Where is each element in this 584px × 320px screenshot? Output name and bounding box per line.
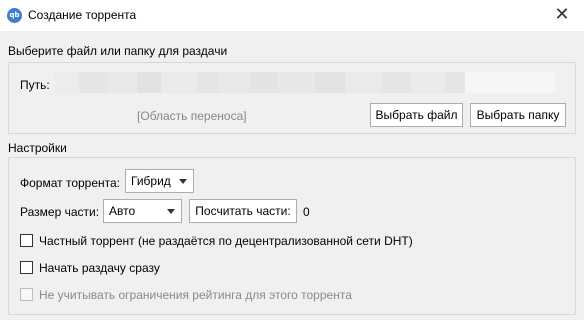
- piece-size-value: Авто: [109, 204, 136, 218]
- select-file-button[interactable]: Выбрать файл: [370, 103, 463, 127]
- window-title: Создание торрента: [28, 8, 137, 22]
- close-icon[interactable]: ✕: [550, 2, 574, 28]
- pieces-count: 0: [303, 205, 310, 219]
- path-label: Путь:: [20, 78, 50, 92]
- select-folder-button[interactable]: Выбрать папку: [470, 103, 566, 127]
- start-seeding-label: Начать раздачу сразу: [39, 261, 160, 275]
- source-section-label: Выберите файл или папку для раздачи: [8, 44, 228, 58]
- private-torrent-label: Частный торрент (не раздаётся по децентр…: [39, 234, 413, 248]
- calculate-pieces-button[interactable]: Посчитать части:: [189, 199, 297, 223]
- piece-size-label: Размер части:: [20, 205, 100, 219]
- qbittorrent-logo-icon: qb: [7, 8, 22, 23]
- title-bar: qb Создание торрента ✕: [0, 0, 584, 31]
- private-torrent-checkbox[interactable]: [20, 234, 33, 247]
- torrent-format-label: Формат торрента:: [20, 176, 121, 190]
- start-seeding-checkbox[interactable]: [20, 261, 33, 274]
- chevron-down-icon: [167, 209, 175, 214]
- torrent-format-value: Гибрид: [131, 174, 171, 188]
- ignore-ratio-checkbox: [20, 288, 33, 301]
- torrent-format-select[interactable]: Гибрид: [125, 169, 194, 193]
- drop-area[interactable]: [Область переноса]: [137, 109, 247, 123]
- piece-size-select[interactable]: Авто: [103, 199, 182, 223]
- chevron-down-icon: [179, 179, 187, 184]
- ignore-ratio-label: Не учитывать ограничения рейтинга для эт…: [39, 288, 352, 302]
- settings-section-label: Настройки: [8, 141, 67, 155]
- path-input[interactable]: [55, 72, 555, 93]
